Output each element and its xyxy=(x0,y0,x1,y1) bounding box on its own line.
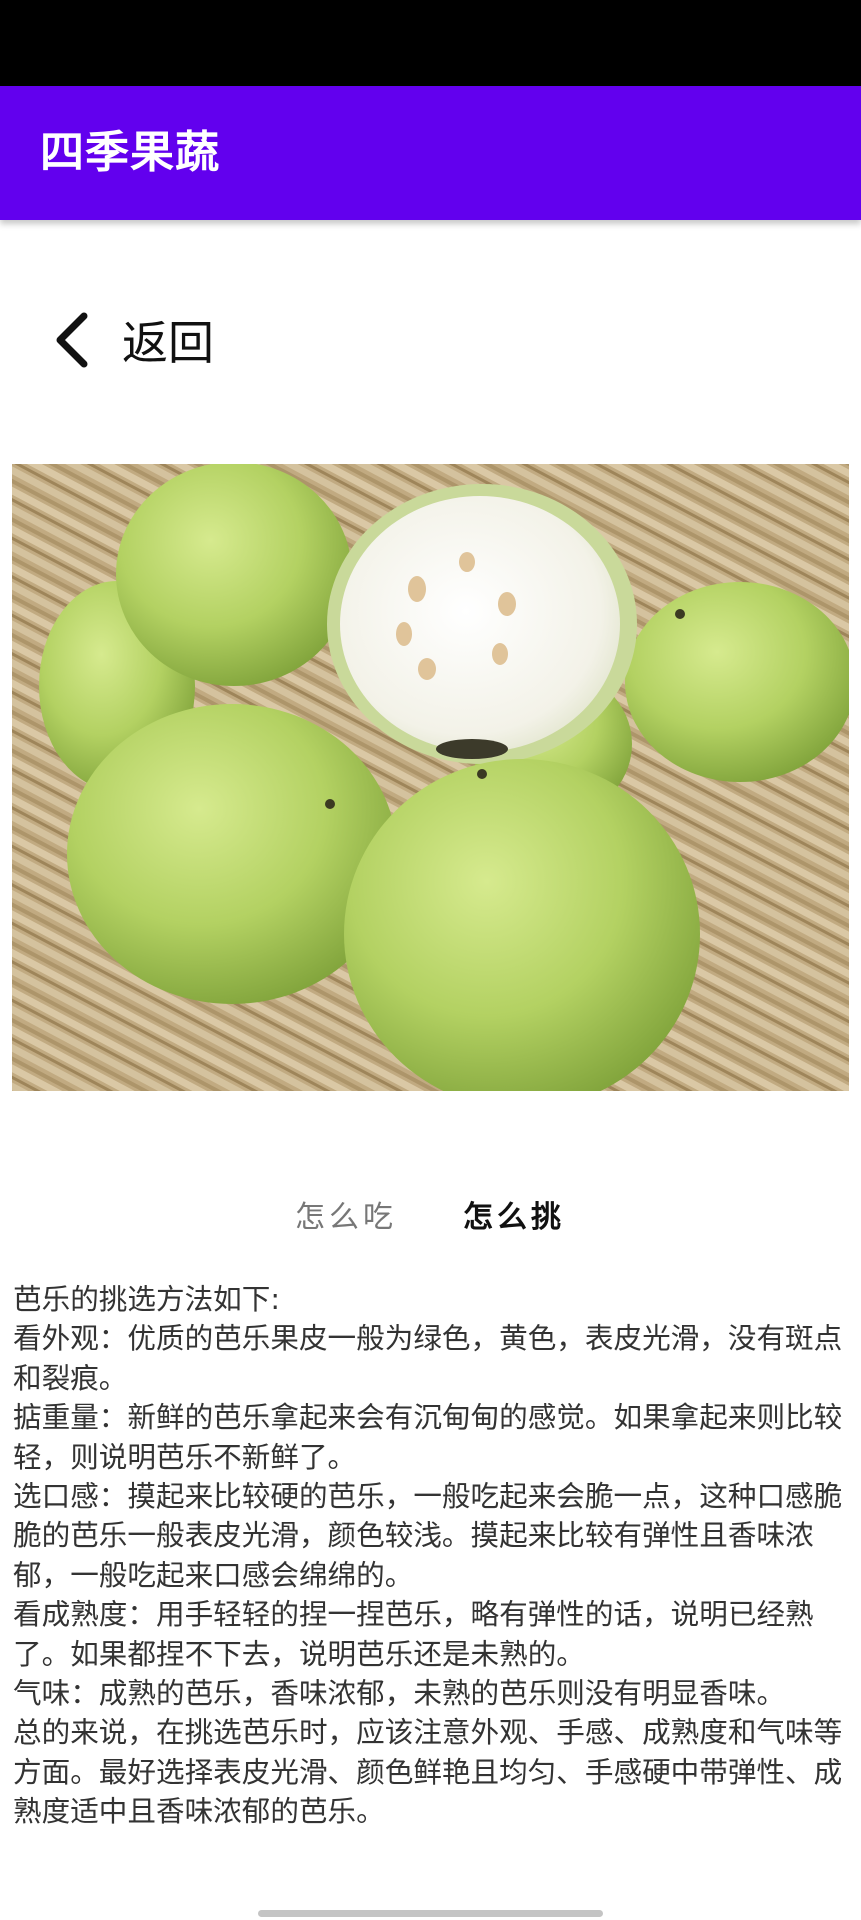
back-button[interactable]: 返回 xyxy=(50,300,214,380)
content-paragraph: 总的来说，在挑选芭乐时，应该注意外观、手感、成熟度和气味等方面。最好选择表皮光滑… xyxy=(13,1715,843,1829)
content-paragraph: 芭乐的挑选方法如下: xyxy=(13,1282,280,1316)
app-title: 四季果蔬 xyxy=(40,127,220,178)
guava-photo xyxy=(12,464,849,1091)
content-paragraph: 看成熟度：用手轻轻的捏一捏芭乐，略有弹性的话，说明已经熟了。如果都捏不下去，说明… xyxy=(13,1597,814,1671)
back-label: 返回 xyxy=(122,316,214,370)
app-bar: 四季果蔬 xyxy=(0,86,861,220)
home-indicator[interactable] xyxy=(258,1910,603,1917)
content-paragraph: 选口感：摸起来比较硬的芭乐，一般吃起来会脆一点，这种口感脆脆的芭乐一般表皮光滑，… xyxy=(13,1479,843,1592)
status-bar xyxy=(0,0,861,86)
tab-how-to-pick[interactable]: 怎么挑 xyxy=(463,1190,565,1246)
content-paragraph: 掂重量：新鲜的芭乐拿起来会有沉甸甸的感觉。如果拿起来则比较轻，则说明芭乐不新鲜了… xyxy=(13,1400,843,1474)
tab-how-to-eat[interactable]: 怎么吃 xyxy=(295,1190,397,1246)
chevron-left-icon xyxy=(56,312,88,368)
tab-bar: 怎么吃 怎么挑 xyxy=(0,1190,861,1246)
content-paragraph: 气味：成熟的芭乐，香味浓郁，未熟的芭乐则没有明显香味。 xyxy=(13,1676,786,1711)
content-paragraph: 看外观：优质的芭乐果皮一般为绿色，黄色，表皮光滑，没有斑点和裂痕。 xyxy=(13,1321,843,1395)
content-text: 芭乐的挑选方法如下: 看外观：优质的芭乐果皮一般为绿色，黄色，表皮光滑，没有斑点… xyxy=(13,1280,851,1832)
